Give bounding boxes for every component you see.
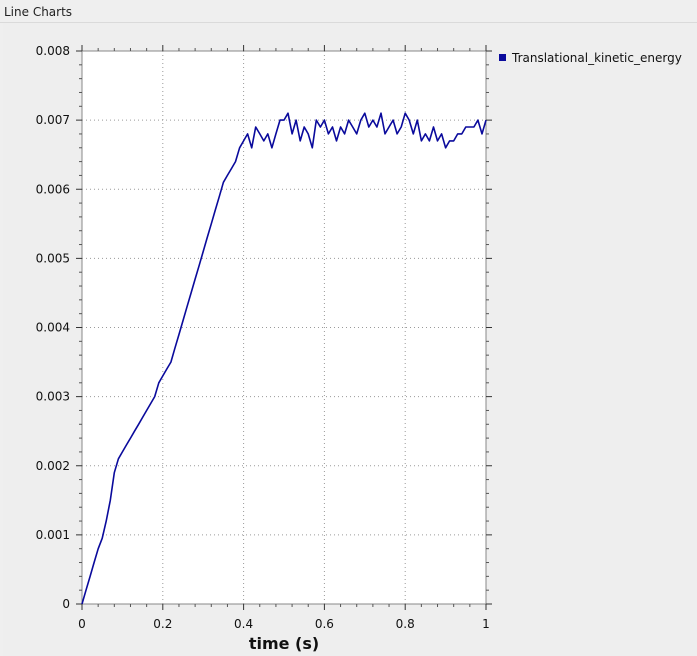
x-tick-label: 0.8 — [396, 617, 415, 631]
x-tick-label: 0.6 — [315, 617, 334, 631]
y-tick-label: 0.004 — [36, 321, 70, 335]
x-tick-label: 0 — [78, 617, 86, 631]
y-axis-tick-labels: 0 0.001 0.002 0.003 0.004 0.005 0.006 0.007 0.00… — [36, 44, 70, 611]
window-title: Line Charts — [4, 5, 73, 19]
chart-panel: 0 0.001 0.002 0.003 0.004 0.005 0.006 0.007 0.00… — [3, 23, 697, 656]
legend-swatch — [499, 54, 506, 61]
x-tick-label: 1 — [482, 617, 490, 631]
y-tick-label: 0.003 — [36, 390, 70, 404]
x-axis-title: time (s) — [249, 634, 319, 653]
y-tick-label: 0.008 — [36, 44, 70, 58]
y-tick-label: 0 — [62, 597, 70, 611]
y-tick-label: 0.006 — [36, 182, 70, 196]
y-tick-label: 0.002 — [36, 459, 70, 473]
y-tick-label: 0.007 — [36, 113, 70, 127]
y-tick-label: 0.001 — [36, 528, 70, 542]
legend-label: Translational_kinetic_energy — [511, 51, 682, 65]
x-axis-tick-labels: 0 0.2 0.4 0.6 0.8 1 — [78, 617, 490, 631]
x-tick-label: 0.2 — [153, 617, 172, 631]
line-chart: 0 0.001 0.002 0.003 0.004 0.005 0.006 0.007 0.00… — [36, 44, 682, 653]
y-tick-label: 0.005 — [36, 251, 70, 265]
legend[interactable]: Translational_kinetic_energy — [499, 51, 682, 65]
window-titlebar: Line Charts — [0, 0, 697, 23]
x-tick-label: 0.4 — [234, 617, 253, 631]
